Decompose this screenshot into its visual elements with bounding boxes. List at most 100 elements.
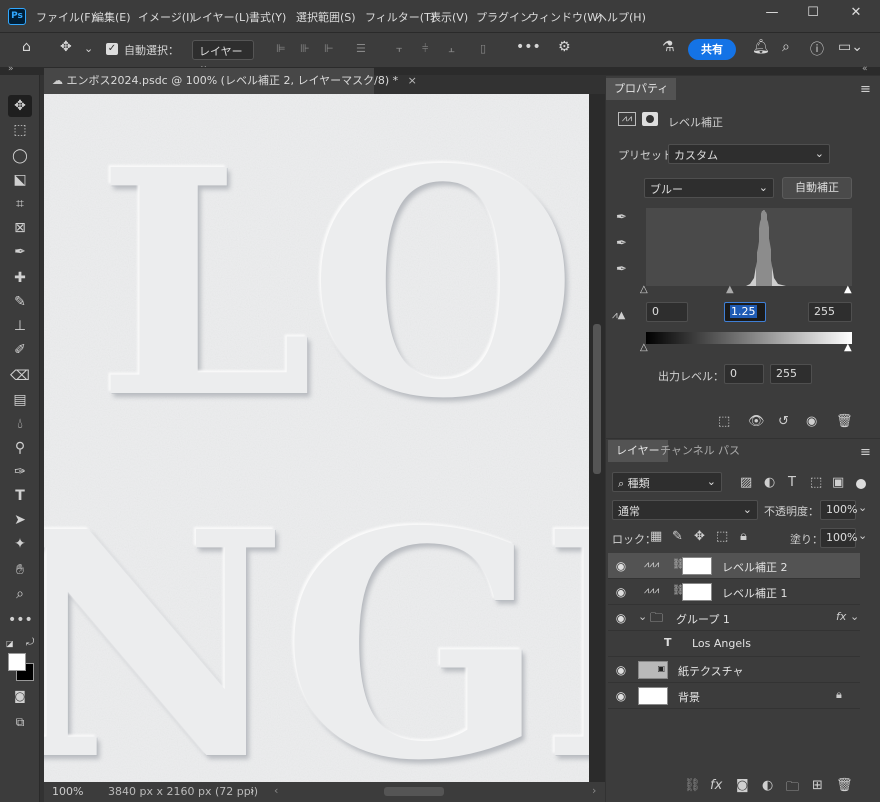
canvas[interactable]: LO NGI — [44, 94, 589, 782]
layer-row-los-angels[interactable]: T Los Angels — [608, 631, 860, 657]
checkbox-checked-icon[interactable]: ✓ — [106, 43, 118, 55]
fill-field[interactable]: 100% — [820, 528, 857, 548]
history-brush-tool-icon[interactable]: ✐ — [8, 339, 32, 361]
move-tool-icon[interactable]: ✥ — [8, 95, 32, 117]
layer-mask-thumbnail[interactable] — [682, 583, 712, 601]
close-window-button[interactable]: ✕ — [846, 5, 866, 25]
gradient-tool-icon[interactable]: ▤ — [8, 389, 32, 411]
menu-type[interactable]: 書式(Y) — [249, 9, 286, 25]
horizontal-scroll-thumb[interactable] — [384, 787, 444, 796]
more-options-icon[interactable]: ••• — [516, 39, 541, 55]
menu-edit[interactable]: 編集(E) — [93, 9, 131, 25]
brush-tool-icon[interactable]: ✎ — [8, 291, 32, 313]
tab-paths[interactable]: パス — [710, 440, 748, 462]
menu-file[interactable]: ファイル(F) — [36, 9, 95, 25]
output-black-slider[interactable]: △ — [640, 342, 648, 353]
filter-adjustment-icon[interactable]: ◐ — [764, 475, 775, 490]
shape-tool-icon[interactable]: ✦ — [8, 533, 32, 555]
output-white-field[interactable]: 255 — [770, 364, 812, 384]
foreground-color-swatch[interactable] — [8, 653, 26, 671]
opacity-chevron-icon[interactable]: ⌄ — [858, 501, 867, 514]
new-adjustment-icon[interactable]: ◐ — [762, 778, 773, 793]
gear-icon[interactable]: ⚙ — [558, 39, 571, 55]
menu-layer[interactable]: レイヤー(L) — [191, 9, 249, 25]
fill-chevron-icon[interactable]: ⌄ — [858, 529, 867, 542]
delete-layer-icon[interactable]: 🗑︎ — [836, 778, 853, 793]
eye-icon[interactable]: ◉ — [614, 689, 628, 703]
search-icon[interactable]: ⌕ — [782, 39, 790, 55]
layer-row-levels-1[interactable]: ◉ ⩘⩘⩘ ⛓ レベル補正 1 — [608, 579, 860, 605]
swap-colors-icon[interactable]: ⤾ — [26, 637, 34, 648]
object-select-tool-icon[interactable]: ⬕ — [8, 169, 32, 191]
distribute-icon[interactable]: ☰ — [356, 42, 366, 55]
eye-icon[interactable]: ◉ — [614, 611, 628, 625]
lock-transparent-icon[interactable]: ▦ — [650, 529, 662, 544]
align-left-icon[interactable]: ⊫ — [276, 42, 286, 55]
expand-left-icon[interactable]: » — [8, 64, 14, 74]
lock-image-icon[interactable]: ✎ — [672, 529, 683, 544]
quick-mask-icon[interactable]: ◙ — [8, 685, 32, 707]
filter-kind-dropdown[interactable]: ⌕ 種類 ⌄ — [612, 472, 722, 492]
menu-select[interactable]: 選択範囲(S) — [296, 9, 356, 25]
filter-toggle-icon[interactable] — [856, 479, 866, 489]
pen-tool-icon[interactable]: ✑ — [8, 461, 32, 483]
output-white-slider[interactable]: ▲ — [844, 342, 852, 353]
fx-chevron-icon[interactable]: ⌄ — [850, 610, 859, 623]
scroll-right-icon[interactable]: › — [592, 784, 596, 797]
lock-artboard-icon[interactable]: ⬚ — [716, 529, 728, 544]
filter-pixel-icon[interactable]: ▨ — [740, 475, 752, 490]
add-style-icon[interactable]: fx — [710, 778, 722, 793]
input-white-field[interactable]: 255 — [808, 302, 852, 322]
filter-type-icon[interactable]: T — [788, 475, 796, 490]
layer-mask-thumbnail[interactable] — [682, 557, 712, 575]
distribute-vertical-icon[interactable]: ▯ — [480, 42, 486, 55]
vertical-scrollbar[interactable] — [589, 94, 605, 782]
document-tab[interactable]: ☁ エンボス2024.psdc @ 100% (レベル補正 2, レイヤーマスク… — [44, 68, 417, 94]
output-black-field[interactable]: 0 — [724, 364, 764, 384]
clipping-warning-icon[interactable]: ⩘▲ — [612, 310, 625, 321]
visibility-icon[interactable]: ◉ — [806, 414, 817, 429]
help-icon[interactable]: ⓘ — [810, 39, 824, 59]
auto-button[interactable]: 自動補正 — [782, 177, 852, 199]
new-group-icon[interactable]: 🗀 — [786, 778, 799, 800]
eye-icon[interactable]: ◉ — [614, 559, 628, 573]
opacity-field[interactable]: 100% — [820, 500, 857, 520]
input-black-slider[interactable]: △ — [640, 284, 648, 295]
home-icon[interactable]: ⌂ — [22, 39, 31, 55]
workspace-icon[interactable]: ▭⌄ — [838, 39, 863, 55]
chevron-down-icon[interactable]: ⌄ — [84, 42, 93, 55]
eye-icon[interactable]: ◉ — [614, 585, 628, 599]
layer-row-group-1[interactable]: ◉ ⌄ 🗀 グループ 1 fx ⌄ — [608, 605, 860, 631]
eraser-tool-icon[interactable]: ⌫ — [8, 365, 32, 387]
delete-icon[interactable]: 🗑︎ — [836, 414, 853, 429]
minimize-button[interactable]: — — [762, 5, 782, 25]
gray-point-eyedropper-icon[interactable]: ✒ — [616, 236, 627, 251]
more-tools-icon[interactable]: ••• — [8, 609, 33, 631]
status-arrow-icon[interactable]: › — [250, 784, 254, 797]
filter-shape-icon[interactable]: ⬚ — [810, 475, 822, 490]
zoom-level[interactable]: 100% — [52, 785, 83, 798]
black-point-eyedropper-icon[interactable]: ✒ — [616, 210, 627, 225]
layer-row-paper-texture[interactable]: ◉ ▣ 紙テクスチャ — [608, 657, 860, 683]
filter-smart-object-icon[interactable]: ▣ — [832, 475, 844, 490]
fx-icon[interactable]: fx — [836, 610, 846, 623]
menu-view[interactable]: 表示(V) — [430, 9, 468, 25]
expand-chevron-icon[interactable]: ⌄ — [638, 610, 647, 623]
menu-image[interactable]: イメージ(I) — [138, 9, 194, 25]
lock-all-icon[interactable]: 🔒︎ — [740, 529, 747, 544]
input-white-slider[interactable]: ▲ — [844, 284, 852, 295]
zoom-tool-icon[interactable]: ⌕ — [8, 583, 32, 605]
auto-select-target-dropdown[interactable]: レイヤー ⌄ — [192, 40, 254, 72]
layer-row-levels-2[interactable]: ◉ ⩘⩘⩘ ⛓ レベル補正 2 — [608, 553, 860, 579]
reset-icon[interactable]: ↺ — [778, 414, 789, 429]
menu-window[interactable]: ウィンドウ(W) — [528, 9, 602, 25]
new-layer-icon[interactable]: ⊞ — [812, 778, 823, 793]
menu-help[interactable]: ヘルプ(H) — [596, 9, 646, 25]
path-select-tool-icon[interactable]: ➤ — [8, 509, 32, 531]
default-colors-icon[interactable]: ◪ — [6, 639, 16, 649]
lasso-tool-icon[interactable]: ◯ — [8, 145, 32, 167]
white-point-eyedropper-icon[interactable]: ✒ — [616, 262, 627, 277]
stamp-tool-icon[interactable]: ⊥ — [8, 315, 32, 337]
frame-tool-icon[interactable]: ⊠ — [8, 217, 32, 239]
input-black-field[interactable]: 0 — [646, 302, 688, 322]
